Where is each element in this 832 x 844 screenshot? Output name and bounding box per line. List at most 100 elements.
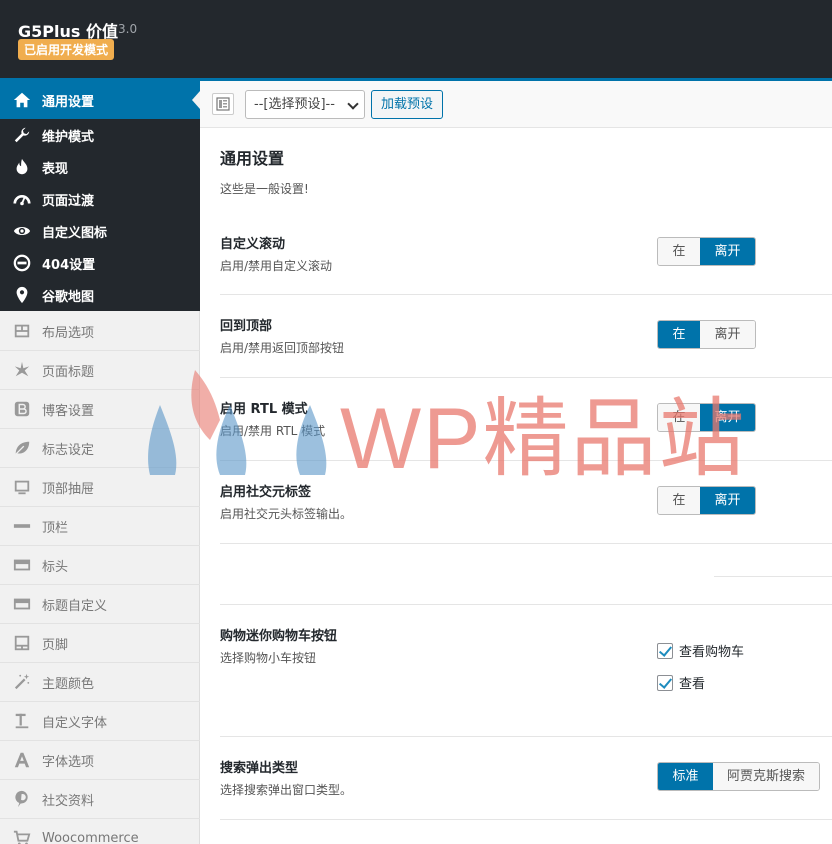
sidebar-item-label: 社交资料 xyxy=(42,793,95,809)
sidebar-item-label: 表现 xyxy=(42,161,69,177)
sidebar-item-label: 标题自定义 xyxy=(42,598,108,614)
sidebar-item-label: 维护模式 xyxy=(42,129,95,145)
fire-icon xyxy=(12,157,32,177)
load-preset-button[interactable]: 加载预设 xyxy=(371,90,444,119)
cart-icon xyxy=(12,828,32,844)
toggle-on-button[interactable]: 在 xyxy=(658,487,700,514)
sidebar-item-page-title[interactable]: 页面标题 xyxy=(0,351,200,390)
minus-circle-icon xyxy=(12,253,32,273)
sidebar-item-label: 谷歌地图 xyxy=(42,289,95,305)
sidebar-item-header[interactable]: 标头 xyxy=(0,546,200,585)
sidebar-item-custom-icons[interactable]: 自定义图标 xyxy=(0,215,200,247)
settings-panel: 通用设置 这些是一般设置! 自定义滚动 启用/禁用自定义滚动 在 离开 回到顶部… xyxy=(200,128,832,844)
sidebar-item-blog[interactable]: 博客设置 xyxy=(0,390,200,429)
toggle-off-button[interactable]: 离开 xyxy=(700,404,755,431)
sidebar-item-theme-color[interactable]: 主题颜色 xyxy=(0,663,200,702)
setting-row-mini-cart: 购物迷你购物车按钮 选择购物小车按钮 查看购物车 查看 xyxy=(220,605,832,737)
header-custom-icon xyxy=(12,594,32,614)
sidebar-item-social[interactable]: 社交资料 xyxy=(0,780,200,819)
sidebar-item-font-options[interactable]: 字体选项 xyxy=(0,741,200,780)
sidebar-item-page-transition[interactable]: 页面过渡 xyxy=(0,183,200,215)
sidebar-item-label: 页面过渡 xyxy=(42,193,95,209)
setting-subtitle: 启用/禁用 RTL 模式 xyxy=(220,424,326,438)
sidebar-item-label: 博客设置 xyxy=(42,403,95,419)
leaf-icon xyxy=(12,438,32,458)
search-type-ajax-button[interactable]: 阿贾克斯搜索 xyxy=(713,763,819,790)
sidebar-item-logo[interactable]: 标志设定 xyxy=(0,429,200,468)
toggle-off-button[interactable]: 离开 xyxy=(700,321,755,348)
sidebar-item-label: 主题颜色 xyxy=(42,676,95,692)
setting-subtitle: 启用/禁用返回顶部按钮 xyxy=(220,341,345,355)
sidebar-item-footer[interactable]: 页脚 xyxy=(0,624,200,663)
options-toolbar: --[选择预设]-- 加载预设 xyxy=(200,81,832,128)
options-sidebar: 通用设置 维护模式 表现 页面过渡 自定义图标 404设置 谷歌地图 布局选项 … xyxy=(0,81,200,844)
sidebar-item-label: 字体选项 xyxy=(42,754,95,770)
footer-icon xyxy=(12,633,32,653)
sidebar-item-label: 顶栏 xyxy=(42,520,69,536)
spacer-row xyxy=(220,544,832,605)
home-icon xyxy=(12,90,32,110)
setting-row-back-to-top: 回到顶部 启用/禁用返回顶部按钮 在 离开 xyxy=(220,295,832,378)
map-pin-icon xyxy=(12,285,32,305)
sidebar-item-label: 自定义图标 xyxy=(42,225,108,241)
theme-version: 3.0 xyxy=(118,22,138,36)
dev-mode-badge: 已启用开发模式 xyxy=(18,39,115,60)
wrench-icon xyxy=(12,125,32,145)
sidebar-item-woocommerce[interactable]: Woocommerce xyxy=(0,819,200,844)
toggle-social-meta: 在 离开 xyxy=(657,486,756,515)
font-a-icon xyxy=(12,750,32,770)
toggle-rtl: 在 离开 xyxy=(657,403,756,432)
toggle-back-to-top: 在 离开 xyxy=(657,320,756,349)
sidebar-item-label: 页脚 xyxy=(42,637,69,653)
toggle-off-button[interactable]: 离开 xyxy=(700,487,755,514)
setting-row-social-meta: 启用社交元标签 启用社交元头标签输出。 在 离开 xyxy=(220,461,832,544)
toggle-on-button[interactable]: 在 xyxy=(658,321,700,348)
sidebar-item-layout[interactable]: 布局选项 xyxy=(0,312,200,351)
sidebar-item-performance[interactable]: 表现 xyxy=(0,151,200,183)
preset-select-value: --[选择预设]-- xyxy=(254,97,335,112)
preset-select[interactable]: --[选择预设]-- xyxy=(245,90,365,119)
toggle-custom-scroll: 在 离开 xyxy=(657,237,756,266)
setting-title: 购物迷你购物车按钮 xyxy=(220,629,338,644)
checkbox-label: 查看购物车 xyxy=(679,645,745,660)
toggle-sidebar-icon[interactable] xyxy=(212,93,234,115)
toggle-off-button[interactable]: 离开 xyxy=(700,238,755,265)
page-title: 通用设置 xyxy=(220,149,285,168)
search-type-selector: 标准 阿贾克斯搜索 xyxy=(657,762,820,791)
sidebar-item-header-custom[interactable]: 标题自定义 xyxy=(0,585,200,624)
eye-icon xyxy=(12,221,32,241)
monitor-icon xyxy=(12,477,32,497)
setting-title: 自定义滚动 xyxy=(220,237,286,252)
sidebar-item-404[interactable]: 404设置 xyxy=(0,247,200,279)
sidebar-item-label: 标志设定 xyxy=(42,442,95,458)
checkbox-view-cart[interactable]: 查看购物车 xyxy=(657,641,744,660)
header-icon xyxy=(12,555,32,575)
setting-title: 启用社交元标签 xyxy=(220,485,312,500)
search-type-standard-button[interactable]: 标准 xyxy=(658,763,713,790)
sidebar-item-label: 页面标题 xyxy=(42,364,95,380)
sidebar-item-label: 标头 xyxy=(42,559,69,575)
admin-header: G5Plus 价值 3.0 已启用开发模式 xyxy=(0,0,832,78)
page-description: 这些是一般设置! xyxy=(220,182,309,196)
setting-row-search-popup: 搜索弹出类型 选择搜索弹出窗口类型。 标准 阿贾克斯搜索 xyxy=(220,737,832,820)
checkbox-checked-icon[interactable] xyxy=(657,674,673,691)
sidebar-item-custom-font[interactable]: 自定义字体 xyxy=(0,702,200,741)
text-t-icon xyxy=(12,711,32,731)
setting-subtitle: 选择搜索弹出窗口类型。 xyxy=(220,783,353,797)
sidebar-item-label: 通用设置 xyxy=(42,94,95,110)
setting-subtitle: 启用社交元头标签输出。 xyxy=(220,507,353,521)
blog-b-icon xyxy=(12,399,32,419)
sidebar-item-google-map[interactable]: 谷歌地图 xyxy=(0,279,200,311)
checkbox-view[interactable]: 查看 xyxy=(657,673,705,692)
sidebar-item-top-bar[interactable]: 顶栏 xyxy=(0,507,200,546)
setting-subtitle: 启用/禁用自定义滚动 xyxy=(220,259,333,273)
toggle-on-button[interactable]: 在 xyxy=(658,404,700,431)
sidebar-item-general[interactable]: 通用设置 xyxy=(0,81,200,119)
sidebar-item-maintenance[interactable]: 维护模式 xyxy=(0,119,200,151)
chevron-down-icon xyxy=(347,98,359,110)
toggle-on-button[interactable]: 在 xyxy=(658,238,700,265)
speedometer-icon xyxy=(12,189,32,209)
sidebar-item-top-drawer[interactable]: 顶部抽屉 xyxy=(0,468,200,507)
checkbox-checked-icon[interactable] xyxy=(657,642,673,659)
sidebar-item-label: 自定义字体 xyxy=(42,715,108,731)
